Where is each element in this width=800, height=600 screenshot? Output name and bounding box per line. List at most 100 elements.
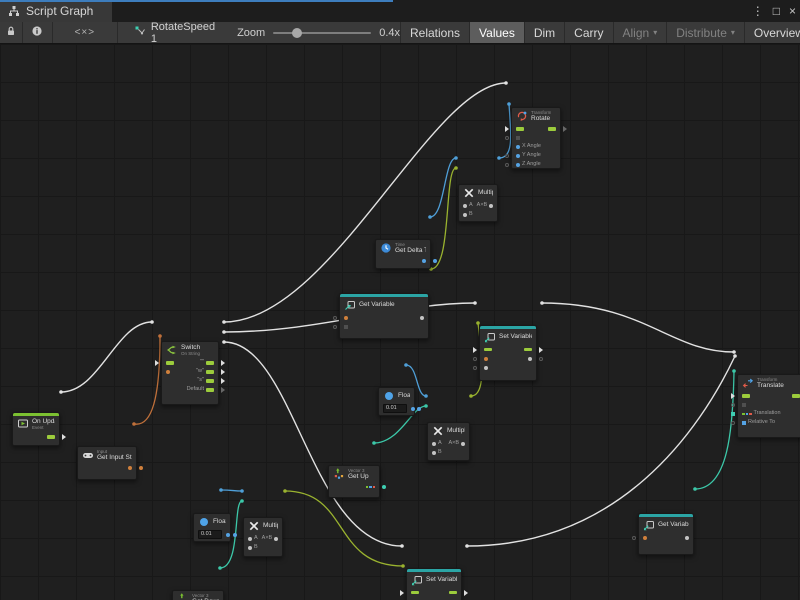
port-bar[interactable]: [516, 127, 524, 131]
get-delta-time[interactable]: TimeGet Delta Time: [375, 239, 431, 269]
port-tri-white[interactable]: [221, 360, 225, 366]
get-up[interactable]: Vector 3Get Up: [328, 465, 380, 498]
port-dot-orange[interactable]: [344, 316, 348, 320]
zoom-slider-thumb[interactable]: [292, 28, 302, 38]
port-dot-orange[interactable]: [128, 466, 132, 470]
port-bar[interactable]: [484, 348, 492, 352]
port-bar[interactable]: [548, 127, 556, 131]
toolbar-button-dim[interactable]: Dim: [524, 22, 564, 43]
wire-setvariable2-to-translate[interactable]: [467, 356, 735, 546]
switch-on-string[interactable]: SwitchOn String"""w""s"Default: [161, 341, 219, 405]
port-dot-white[interactable]: [432, 442, 436, 446]
rotate[interactable]: TransformRotateX AngleY AngleZ Angle: [511, 107, 561, 169]
wire-deltatime-to-multiply1[interactable]: [430, 158, 456, 217]
port-dot-float[interactable]: [516, 154, 520, 158]
port-tri-white[interactable]: [62, 434, 66, 440]
toolbar-button-overview[interactable]: Overview: [744, 22, 800, 43]
close-icon[interactable]: ×: [789, 5, 796, 17]
port-tri-dim[interactable]: [563, 126, 567, 132]
maximize-icon[interactable]: □: [773, 5, 780, 17]
wire-multiply3-to-setvariable2[interactable]: [285, 491, 403, 566]
multiply-2[interactable]: MultiplyAA×BB: [427, 422, 470, 461]
port-dot-white[interactable]: [463, 213, 467, 217]
get-down[interactable]: Vector 3Get Down: [172, 590, 224, 600]
port-ghost[interactable]: [632, 536, 636, 540]
port-dot-float[interactable]: [422, 259, 426, 263]
port-bar[interactable]: [792, 394, 800, 398]
wire-onupdate-to-switch[interactable]: [61, 322, 152, 392]
set-variable-1[interactable]: Set Variable: [479, 325, 537, 381]
toolbar-button-carry[interactable]: Carry: [564, 22, 612, 43]
port-dot-white[interactable]: [274, 537, 278, 541]
info-button[interactable]: [23, 22, 53, 43]
port-ghost[interactable]: [539, 357, 543, 361]
wire-getvariable1-to-multiply1[interactable]: [431, 168, 456, 269]
wire-float2-to-multiply3[interactable]: [221, 490, 242, 491]
port-tri-white[interactable]: [505, 126, 509, 132]
float-2[interactable]: Float0.01: [193, 513, 231, 542]
wire-setvariable1-to-translate[interactable]: [542, 303, 734, 352]
port-tri-white[interactable]: [464, 590, 468, 596]
port-dot-float[interactable]: [226, 533, 230, 537]
port-bar[interactable]: [206, 361, 214, 365]
on-update-event[interactable]: On UpdateEvent: [12, 412, 60, 446]
port-sq-blue[interactable]: [742, 421, 746, 425]
more-icon[interactable]: ⋮: [752, 5, 764, 17]
float-1[interactable]: Float0.01: [378, 387, 415, 416]
port-tri-white[interactable]: [473, 347, 477, 353]
port-bar[interactable]: [166, 361, 174, 365]
port-bar[interactable]: [47, 435, 55, 439]
zoom-slider[interactable]: [273, 32, 371, 34]
code-preview-button[interactable]: <×>: [53, 22, 118, 43]
port-tri-white[interactable]: [539, 347, 543, 353]
port-dot-white[interactable]: [489, 204, 493, 208]
port-bar[interactable]: [206, 370, 214, 374]
port-dot-float[interactable]: [516, 145, 520, 149]
port-sq-teal[interactable]: [731, 412, 735, 416]
lock-button[interactable]: [0, 22, 23, 43]
port-dot-white[interactable]: [432, 451, 436, 455]
port-bar[interactable]: [206, 388, 214, 392]
port-ghost[interactable]: [333, 316, 337, 320]
port-dot-float[interactable]: [417, 407, 421, 411]
port-dot-white[interactable]: [685, 536, 689, 540]
port-dot-orange[interactable]: [484, 357, 488, 361]
breadcrumb[interactable]: RotateSpeed 1: [134, 21, 215, 45]
port-dot-orange[interactable]: [643, 536, 647, 540]
port-vec3[interactable]: [742, 413, 752, 416]
port-dot-white[interactable]: [461, 442, 465, 446]
port-bar[interactable]: [742, 394, 750, 398]
port-vec3[interactable]: [366, 486, 376, 489]
get-variable-1[interactable]: Get Variable: [339, 293, 429, 339]
wire-getinput-to-switch[interactable]: [134, 336, 160, 424]
tab-script-graph[interactable]: Script Graph: [0, 0, 112, 22]
multiply-3[interactable]: MultiplyAA×BB: [243, 517, 283, 557]
port-bar[interactable]: [411, 591, 419, 595]
port-ghost[interactable]: [333, 325, 337, 329]
toolbar-button-align[interactable]: Align▾: [613, 22, 667, 43]
port-ghost[interactable]: [473, 357, 477, 361]
value-input[interactable]: 0.01: [383, 404, 407, 413]
port-dot-white[interactable]: [463, 204, 467, 208]
port-bar[interactable]: [524, 348, 532, 352]
port-tri-white[interactable]: [221, 369, 225, 375]
toolbar-button-values[interactable]: Values: [469, 22, 524, 43]
value-input[interactable]: 0.01: [198, 530, 222, 539]
get-input-string[interactable]: InputGet Input String: [77, 446, 137, 480]
port-dot-float[interactable]: [411, 407, 415, 411]
port-sq-dim[interactable]: [516, 136, 520, 140]
multiply-1[interactable]: MultiplyAA×BB: [458, 184, 498, 222]
port-dot-white[interactable]: [420, 316, 424, 320]
toolbar-button-distribute[interactable]: Distribute▾: [666, 22, 744, 43]
set-variable-2[interactable]: Set Variable: [406, 568, 462, 600]
translate[interactable]: TransformTranslateTranslationRelative To: [737, 374, 800, 438]
port-tri-white[interactable]: [731, 393, 735, 399]
port-dot-white[interactable]: [248, 546, 252, 550]
port-tri-white[interactable]: [400, 590, 404, 596]
port-sq-dim[interactable]: [742, 403, 746, 407]
graph-canvas[interactable]: On UpdateEvent InputGet Input String Switc…: [0, 44, 800, 600]
port-dot-white[interactable]: [248, 537, 252, 541]
port-bar[interactable]: [206, 379, 214, 383]
port-tri-dim[interactable]: [221, 387, 225, 393]
port-bar[interactable]: [449, 591, 457, 595]
